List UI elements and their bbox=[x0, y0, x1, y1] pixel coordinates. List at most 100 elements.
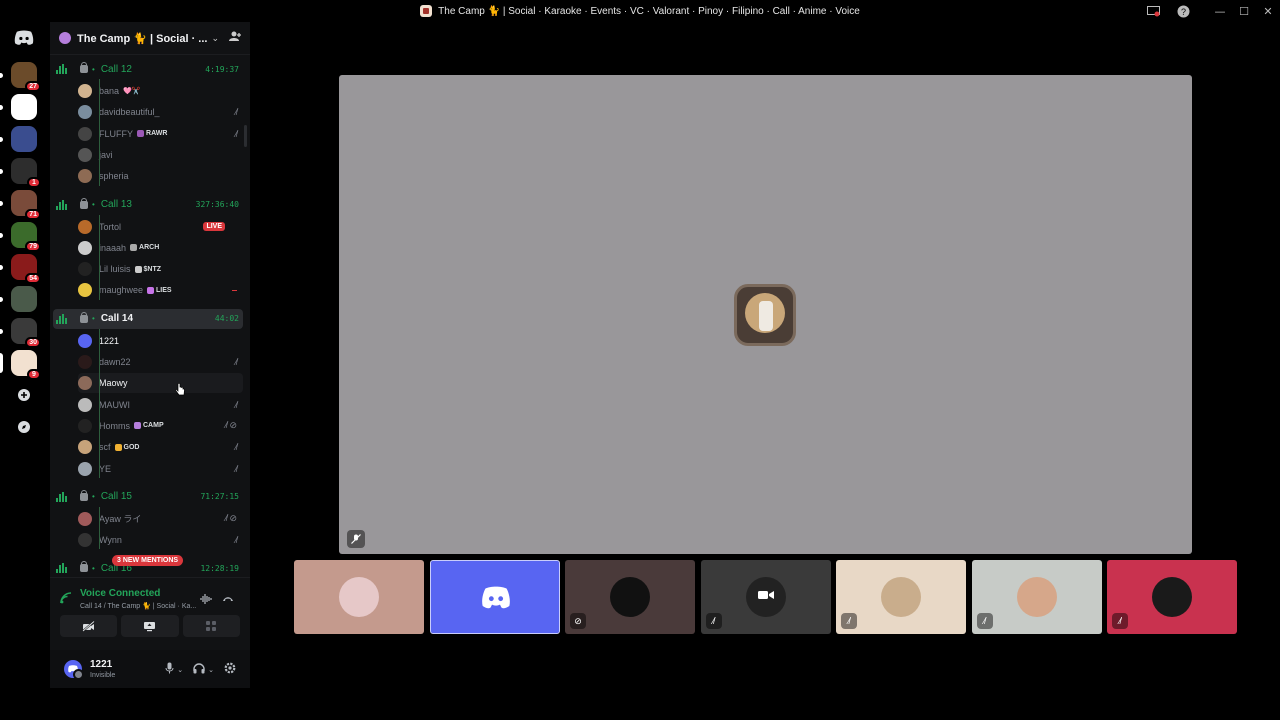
title-bar: The Camp 🐈 | Social · Karaoke · Events ·… bbox=[0, 0, 1280, 22]
voice-member[interactable]: spheria bbox=[78, 166, 243, 186]
participant-tile[interactable]: ⁄̸ bbox=[1107, 560, 1237, 634]
member-clan-tag: ARCH bbox=[130, 244, 159, 252]
server-icon[interactable]: 71 bbox=[0, 190, 41, 220]
member-avatar bbox=[78, 397, 92, 412]
voice-channel-call-13[interactable]: • Call 13 327:36:40 bbox=[53, 195, 243, 215]
guild-header[interactable]: The Camp 🐈 | Social · ... ⌄ bbox=[50, 22, 250, 55]
maximize-button[interactable]: ☐ bbox=[1232, 5, 1256, 18]
member-name: Tortol bbox=[99, 221, 122, 232]
discover-servers-button[interactable] bbox=[13, 416, 35, 438]
add-server-button[interactable] bbox=[13, 384, 35, 406]
muted-icon: ⁄̸ bbox=[841, 613, 857, 629]
camera-icon bbox=[757, 591, 774, 599]
server-icon[interactable] bbox=[0, 126, 37, 152]
bullet: • bbox=[92, 64, 95, 74]
signal-icon[interactable] bbox=[60, 592, 72, 604]
member-avatar bbox=[78, 147, 92, 162]
participant-tile[interactable]: ⁄̸ bbox=[971, 560, 1102, 634]
minimize-button[interactable]: — bbox=[1208, 5, 1232, 18]
member-avatar bbox=[78, 533, 92, 548]
chevron-down-icon[interactable]: ⌄ bbox=[211, 33, 219, 44]
server-icon[interactable]: 54 bbox=[0, 254, 41, 284]
server-icon[interactable]: 9 bbox=[0, 350, 41, 380]
channel-thread-line bbox=[99, 214, 100, 300]
voice-member[interactable]: davidbeautiful_ ⁄̸ bbox=[78, 102, 243, 122]
voice-member[interactable]: 1221 bbox=[78, 331, 243, 351]
voice-member[interactable]: inaaah ARCH bbox=[78, 238, 243, 258]
participant-tile[interactable]: ⁄̸ bbox=[700, 560, 831, 634]
clan-badge-icon bbox=[137, 130, 145, 138]
member-avatar bbox=[78, 219, 92, 234]
username[interactable]: 1221 bbox=[90, 659, 112, 670]
participant-tile[interactable]: ⊘ bbox=[565, 560, 695, 634]
member-name: inaaah bbox=[99, 242, 127, 253]
voice-location[interactable]: Call 14 / The Camp 🐈 | Social · Ka... bbox=[80, 602, 220, 610]
member-clan-tag: LIES bbox=[147, 286, 172, 294]
microphone-icon[interactable] bbox=[165, 662, 174, 677]
voice-member[interactable]: bana 🩷✂️ bbox=[78, 81, 243, 101]
focused-participant-tile[interactable] bbox=[339, 75, 1192, 554]
screen-share-button[interactable] bbox=[121, 615, 179, 637]
new-mentions-pill[interactable]: 3 NEW MENTIONS bbox=[112, 555, 184, 566]
screen-share-status-icon[interactable] bbox=[1145, 3, 1161, 19]
server-icon[interactable] bbox=[0, 94, 37, 120]
window-controls: — ☐ ✕ bbox=[1208, 0, 1280, 22]
invite-people-icon[interactable] bbox=[229, 31, 241, 45]
channel-timer: 44:02 bbox=[214, 314, 239, 324]
server-icon[interactable]: 27 bbox=[0, 62, 41, 92]
participant-tile[interactable] bbox=[294, 560, 424, 634]
voice-member[interactable]: Wynn ⁄̸ bbox=[78, 530, 243, 550]
voice-channel-call-12[interactable]: • Call 12 4:19:37 bbox=[53, 59, 243, 79]
disconnect-icon[interactable] bbox=[222, 594, 234, 606]
voice-member[interactable]: FLUFFY RAWR ⁄̸ bbox=[78, 124, 243, 144]
voice-channel-call-14[interactable]: • Call 14 44:02 bbox=[53, 308, 243, 329]
voice-activity-icon bbox=[56, 491, 70, 502]
server-avatar bbox=[11, 94, 37, 120]
activities-button[interactable] bbox=[182, 615, 240, 637]
channel-list-scrollbar[interactable] bbox=[244, 125, 247, 147]
voice-member[interactable]: Homms CAMP ⁄̸ ⊘ bbox=[78, 416, 243, 436]
channel-list[interactable]: • Call 12 4:19:37 bana 🩷✂️ davidbeautiful_ ⁄̸ F… bbox=[50, 55, 250, 577]
user-avatar[interactable] bbox=[64, 660, 84, 680]
voice-member[interactable]: YE ⁄̸ bbox=[78, 459, 243, 479]
voice-member[interactable]: Lil luisis $NTZ bbox=[78, 259, 243, 279]
channel-thread-line bbox=[99, 328, 100, 478]
voice-member[interactable]: scf GOD ⁄̸ bbox=[78, 437, 243, 457]
server-icon[interactable]: 30 bbox=[0, 318, 41, 348]
chevron-down-icon[interactable]: ⌄ bbox=[208, 666, 214, 674]
voice-member[interactable]: Maowy bbox=[78, 373, 243, 394]
close-button[interactable]: ✕ bbox=[1256, 5, 1280, 18]
participant-avatar bbox=[881, 577, 921, 617]
discord-logo-icon bbox=[481, 586, 510, 609]
participant-tile[interactable]: ⁄̸ bbox=[836, 560, 966, 634]
member-clan-tag: CAMP bbox=[134, 422, 164, 430]
voice-member[interactable]: Tortol LIVE bbox=[78, 217, 243, 237]
muted-icon: ⁄̸ bbox=[1112, 613, 1128, 629]
voice-member[interactable]: maughwee LIES bbox=[78, 280, 243, 300]
headphones-icon[interactable] bbox=[193, 662, 205, 677]
chevron-down-icon[interactable]: ⌄ bbox=[177, 666, 183, 674]
member-avatar bbox=[78, 126, 92, 141]
server-icon[interactable] bbox=[0, 286, 37, 312]
gear-icon[interactable] bbox=[224, 662, 236, 677]
discord-home-icon[interactable] bbox=[13, 30, 35, 46]
noise-suppression-icon[interactable] bbox=[200, 594, 212, 607]
member-name: Homms bbox=[99, 420, 130, 431]
server-avatar bbox=[11, 126, 37, 152]
voice-member[interactable]: javi bbox=[78, 145, 243, 165]
voice-member[interactable]: MAUWI ⁄̸ bbox=[78, 395, 243, 415]
voice-connected-label[interactable]: Voice Connected bbox=[80, 588, 160, 599]
voice-member[interactable]: dawn22 ⁄̸ bbox=[78, 352, 243, 372]
help-icon[interactable]: ? bbox=[1175, 3, 1191, 19]
server-icon[interactable]: 79 bbox=[0, 222, 41, 252]
voice-channel-call-15[interactable]: • Call 15 71:27:15 bbox=[53, 487, 243, 507]
participant-avatar bbox=[734, 284, 796, 346]
member-name: Wynn bbox=[99, 535, 122, 546]
camera-off-button[interactable] bbox=[60, 615, 118, 637]
bullet: • bbox=[92, 492, 95, 502]
voice-member[interactable]: Ayaw ライ ⁄̸ ⊘ bbox=[78, 509, 243, 529]
participant-tile[interactable] bbox=[429, 560, 560, 634]
live-badge: LIVE bbox=[203, 222, 225, 231]
server-icon[interactable]: 1 bbox=[0, 158, 41, 188]
clan-badge-icon bbox=[147, 286, 155, 294]
